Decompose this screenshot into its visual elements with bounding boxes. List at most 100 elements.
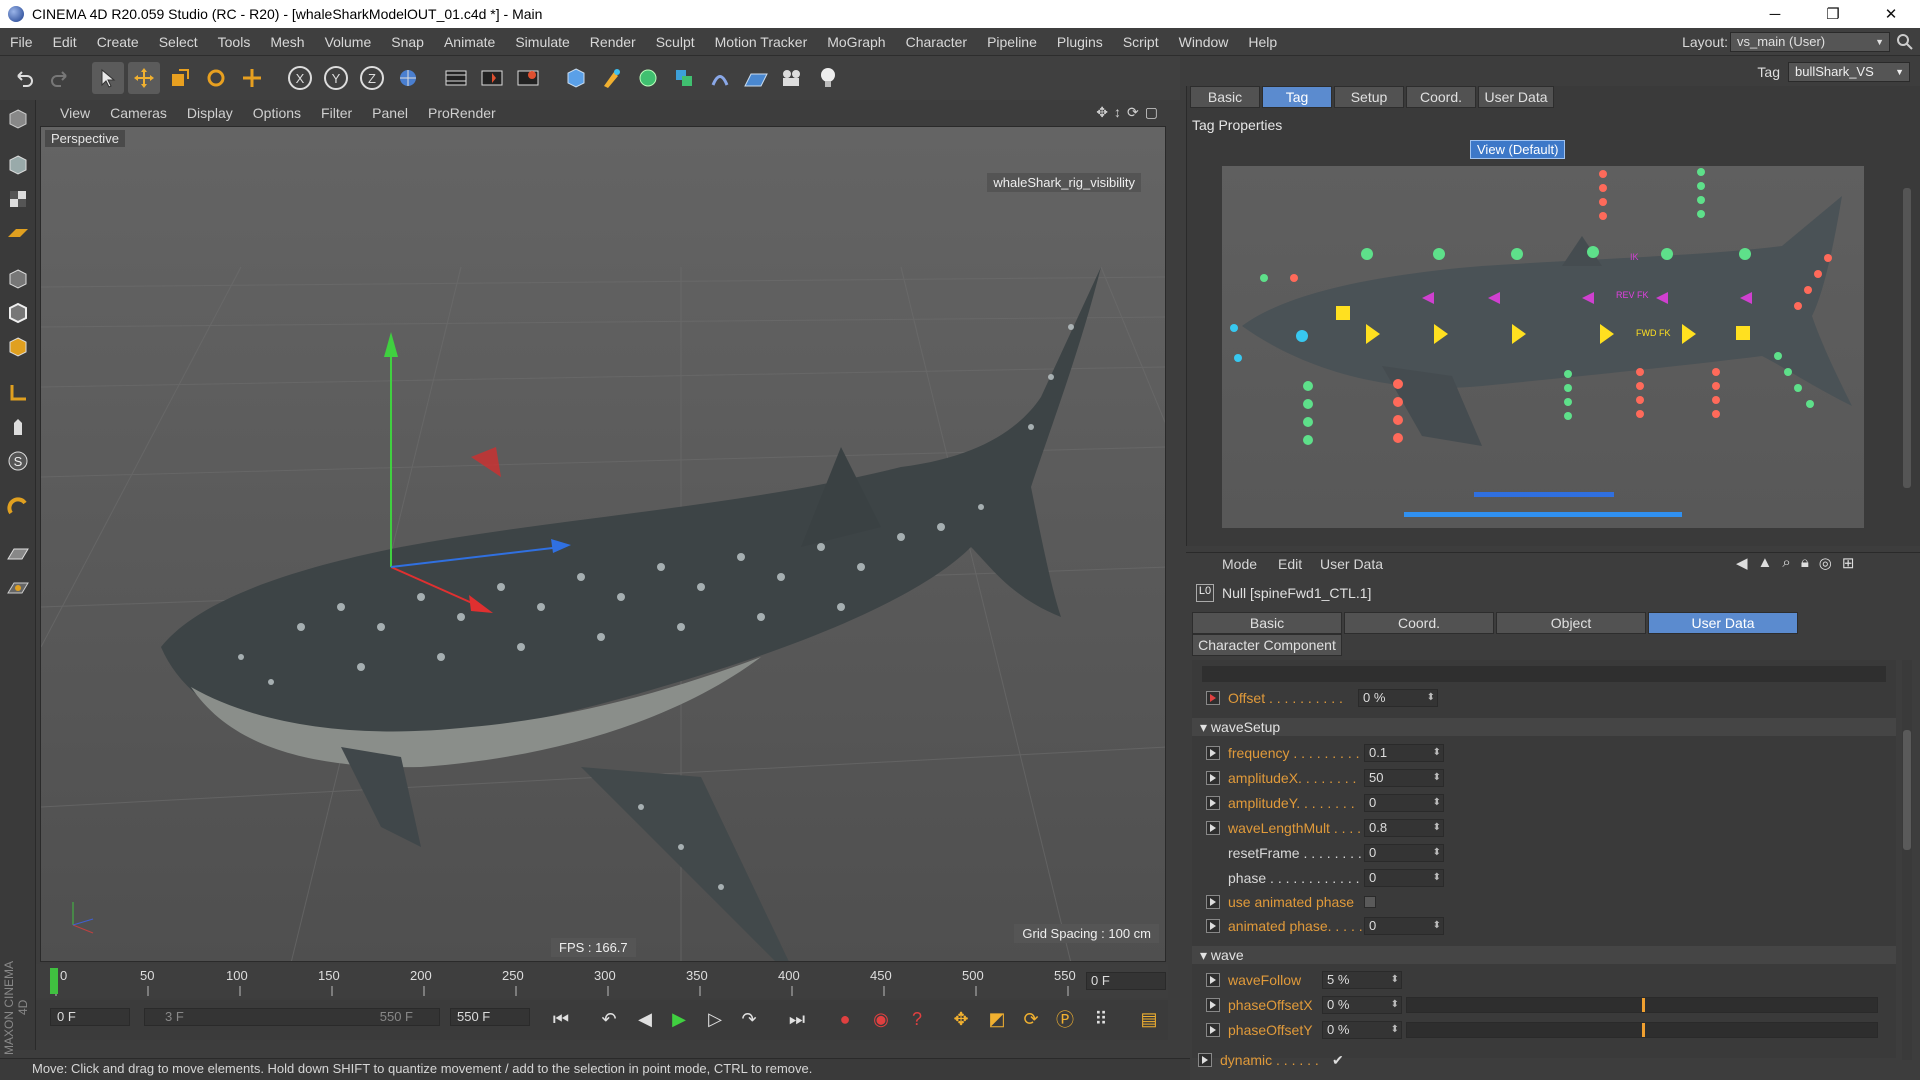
move-tool-icon[interactable]: [128, 62, 160, 94]
menu-file[interactable]: File: [0, 34, 43, 50]
workplane-lock-icon[interactable]: [3, 572, 33, 602]
keyframe-toggle-icon[interactable]: [1206, 821, 1220, 835]
menu-simulate[interactable]: Simulate: [505, 34, 579, 50]
menu-mograph[interactable]: MoGraph: [817, 34, 895, 50]
next-frame-icon[interactable]: ▷: [700, 1004, 730, 1034]
menu-sculpt[interactable]: Sculpt: [646, 34, 705, 50]
phase-offset-y-field[interactable]: 0 %: [1322, 1021, 1402, 1039]
section-wavesetup[interactable]: ▾ waveSetup: [1192, 718, 1896, 736]
keyframe-selection-icon[interactable]: ?: [902, 1004, 932, 1034]
tab-user-data[interactable]: User Data: [1478, 86, 1554, 108]
pen-spline-icon[interactable]: [596, 62, 628, 94]
keyframe-toggle-icon[interactable]: [1206, 895, 1220, 909]
tag-dropdown[interactable]: bullShark_VS: [1788, 62, 1910, 82]
viewport-menu-cameras[interactable]: Cameras: [100, 105, 177, 121]
layout-dropdown[interactable]: vs_main (User): [1730, 32, 1890, 52]
use-animated-phase-checkbox[interactable]: [1364, 896, 1376, 908]
render-settings-icon[interactable]: [512, 62, 544, 94]
viewport-zoom-icon[interactable]: ↕: [1114, 104, 1121, 121]
key-position-icon[interactable]: ✥: [946, 1004, 976, 1034]
keyframe-toggle-icon[interactable]: [1206, 973, 1220, 987]
menu-window[interactable]: Window: [1169, 34, 1239, 50]
phase-offset-y-slider[interactable]: [1406, 1022, 1878, 1038]
attribute-scrollbar[interactable]: [1902, 660, 1912, 1060]
deformer-icon[interactable]: [704, 62, 736, 94]
back-arrow-icon[interactable]: ◀: [1736, 554, 1748, 572]
keyframe-toggle-icon[interactable]: [1206, 919, 1220, 933]
render-picture-viewer-icon[interactable]: [476, 62, 508, 94]
phase-field[interactable]: 0: [1364, 869, 1444, 887]
attr-tab-basic[interactable]: Basic: [1192, 612, 1342, 634]
tab-tag[interactable]: Tag: [1262, 86, 1332, 108]
menu-render[interactable]: Render: [580, 34, 646, 50]
workplane-grid-icon[interactable]: [3, 538, 33, 568]
menu-create[interactable]: Create: [87, 34, 149, 50]
wavelength-mult-field[interactable]: 0.8: [1364, 819, 1444, 837]
menu-mesh[interactable]: Mesh: [260, 34, 314, 50]
subdivision-surface-icon[interactable]: [632, 62, 664, 94]
reset-frame-field[interactable]: 0: [1364, 844, 1444, 862]
snap-icon[interactable]: S: [3, 446, 33, 476]
phase-offset-x-field[interactable]: 0 %: [1322, 996, 1402, 1014]
view-default-button[interactable]: View (Default): [1470, 140, 1566, 159]
menu-select[interactable]: Select: [149, 34, 208, 50]
menu-motion-tracker[interactable]: Motion Tracker: [705, 34, 818, 50]
viewport-menu-prorender[interactable]: ProRender: [418, 105, 506, 121]
keyframe-toggle-icon[interactable]: [1198, 1053, 1212, 1067]
key-scale-icon[interactable]: ◩: [982, 1004, 1012, 1034]
lock-icon[interactable]: 🔒︎: [1801, 554, 1809, 572]
go-to-start-icon[interactable]: ⏮: [546, 1004, 576, 1034]
slider-knob[interactable]: [1642, 1023, 1645, 1037]
viewport-maximize-icon[interactable]: ▢: [1145, 104, 1158, 121]
end-frame-field[interactable]: 550 F: [450, 1008, 530, 1026]
polygons-mode-icon[interactable]: [3, 332, 33, 362]
viewport-move-icon[interactable]: ✥: [1096, 104, 1108, 121]
menu-snap[interactable]: Snap: [381, 34, 434, 50]
model-mode-icon[interactable]: [3, 150, 33, 180]
search-icon[interactable]: [1896, 33, 1914, 51]
3d-viewport[interactable]: Perspective whaleShark_rig_visibility FP…: [40, 126, 1166, 962]
redo-icon[interactable]: [44, 62, 76, 94]
texture-mode-icon[interactable]: [3, 184, 33, 214]
keyframe-toggle-icon[interactable]: [1206, 796, 1220, 810]
scrollbar-thumb[interactable]: [1903, 730, 1911, 850]
render-view-icon[interactable]: [440, 62, 472, 94]
keyframe-toggle-icon[interactable]: [1206, 691, 1220, 705]
array-mograph-icon[interactable]: [668, 62, 700, 94]
edges-mode-icon[interactable]: [3, 298, 33, 328]
viewport-menu-view[interactable]: View: [50, 105, 100, 121]
select-arrow-icon[interactable]: [92, 62, 124, 94]
up-arrow-icon[interactable]: ▲: [1758, 554, 1773, 572]
viewport-menu-filter[interactable]: Filter: [311, 105, 362, 121]
attr-tab-user-data[interactable]: User Data: [1648, 612, 1798, 634]
menu-animate[interactable]: Animate: [434, 34, 505, 50]
keyframe-toggle-icon[interactable]: [1206, 771, 1220, 785]
menu-tools[interactable]: Tools: [208, 34, 261, 50]
undo-icon[interactable]: [8, 62, 40, 94]
tab-coord[interactable]: Coord.: [1406, 86, 1476, 108]
offset-field[interactable]: 0 %: [1358, 689, 1438, 707]
y-axis-lock-button[interactable]: Y: [320, 62, 352, 94]
floor-scene-icon[interactable]: [740, 62, 772, 94]
menu-edit[interactable]: Edit: [43, 34, 87, 50]
phase-offset-x-slider[interactable]: [1406, 997, 1878, 1013]
timeline-playhead[interactable]: [50, 968, 58, 994]
picker-scrollbar[interactable]: [1902, 168, 1912, 528]
tab-setup[interactable]: Setup: [1334, 86, 1404, 108]
new-panel-icon[interactable]: ⊞: [1842, 554, 1855, 572]
go-to-end-icon[interactable]: ⏭: [782, 1004, 812, 1034]
rotate-tool-icon[interactable]: [200, 62, 232, 94]
dynamic-checkbox[interactable]: ✔: [1332, 1052, 1344, 1069]
frame-range-slider[interactable]: 3 F 550 F: [144, 1008, 440, 1026]
attr-menu-user-data[interactable]: User Data: [1320, 556, 1383, 572]
viewport-rotate-icon[interactable]: ⟳: [1127, 104, 1139, 121]
workplane-mode-icon[interactable]: [3, 218, 33, 248]
amplitude-x-field[interactable]: 50: [1364, 769, 1444, 787]
play-forward-icon[interactable]: ▶: [664, 1004, 694, 1034]
menu-script[interactable]: Script: [1113, 34, 1169, 50]
whale-shark-model[interactable]: [161, 267, 1101, 962]
viewport-menu-display[interactable]: Display: [177, 105, 243, 121]
slider-knob[interactable]: [1642, 998, 1645, 1012]
menu-help[interactable]: Help: [1238, 34, 1287, 50]
start-frame-field[interactable]: 0 F: [50, 1008, 130, 1026]
